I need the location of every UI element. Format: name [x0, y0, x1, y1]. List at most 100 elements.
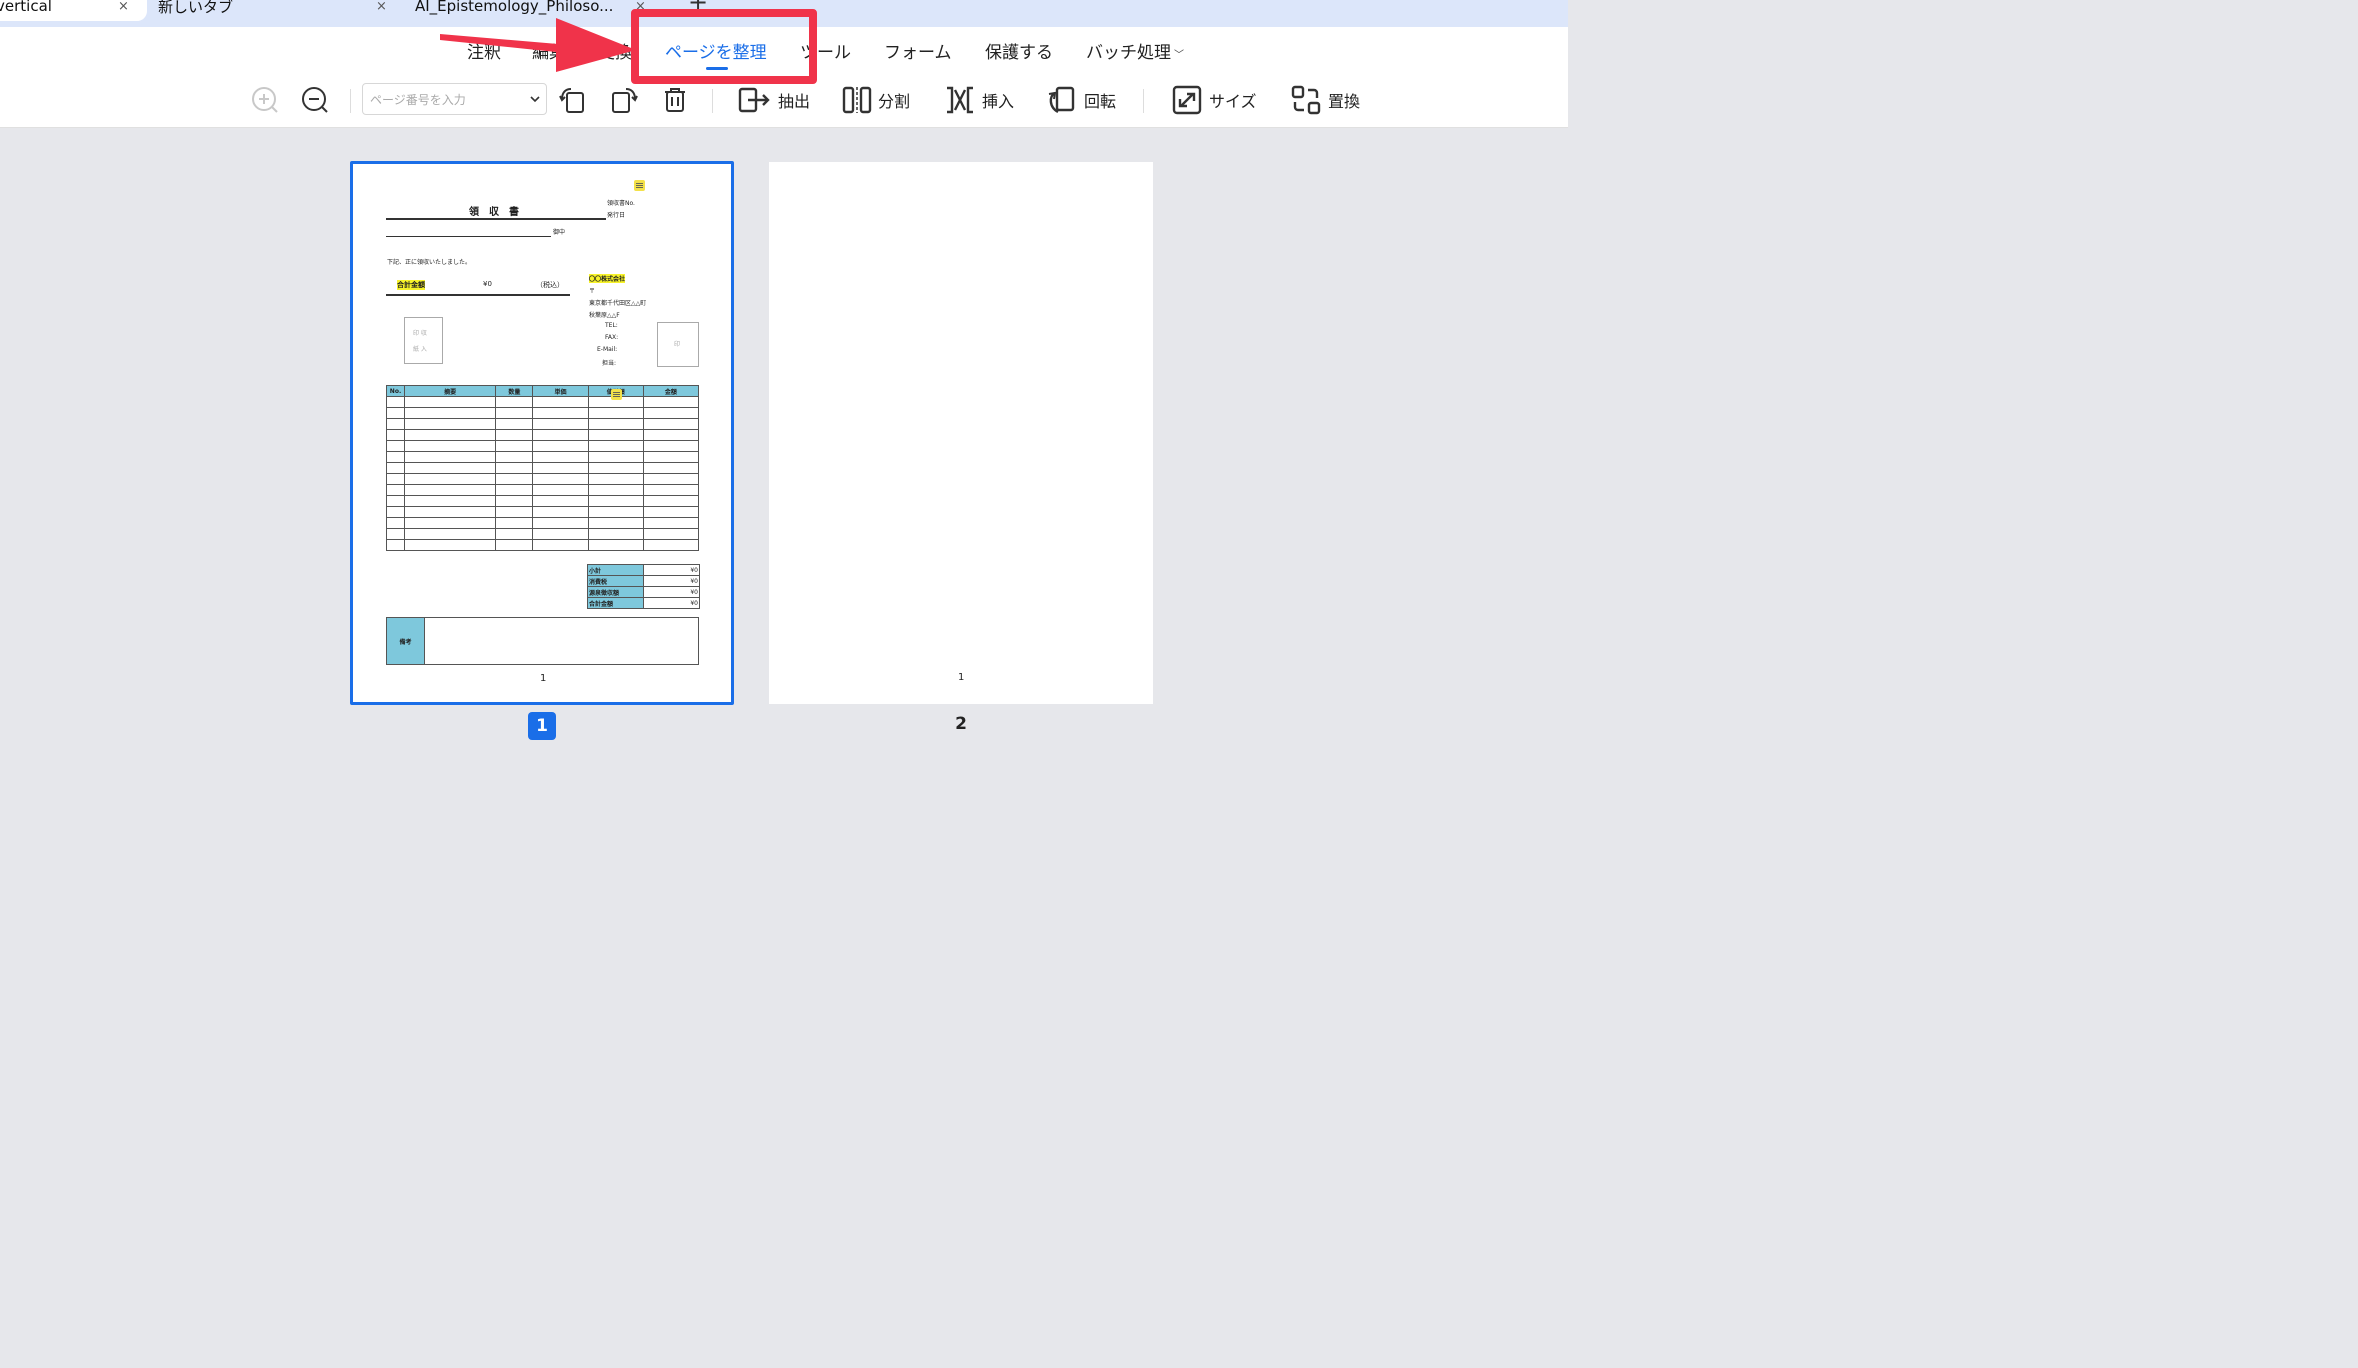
received-text: 下記、正に領収いたしました。	[387, 259, 472, 266]
page-label-2[interactable]: 2	[948, 714, 974, 734]
menu-form[interactable]: フォーム	[884, 38, 952, 63]
rotate-right-icon	[612, 88, 638, 113]
table-row	[385, 440, 700, 452]
replace-button[interactable]: 置換	[1290, 83, 1360, 117]
insert-icon	[947, 86, 973, 114]
insert-label: 挿入	[982, 92, 1015, 111]
rotate-button[interactable]: 回転	[1046, 83, 1116, 117]
browser-tab-vertical[interactable]: vertical ×	[0, 0, 147, 21]
total-label: 合計金額	[397, 280, 425, 290]
page-number-input[interactable]: ページ番号を入力	[362, 83, 547, 115]
table-row: 小計 ¥0	[587, 564, 700, 576]
annotation-highlight-box	[631, 9, 817, 84]
summary-label: 小計	[587, 564, 644, 576]
summary-table: 小計 ¥0 消費税 ¥0 源泉徴収額 ¥0 合計金額 ¥0	[587, 564, 700, 609]
size-button[interactable]: サイズ	[1171, 83, 1257, 117]
receipt-no-label: 領収書No.	[607, 200, 635, 207]
summary-label: 源泉徴収額	[587, 586, 644, 598]
rotate-left-button[interactable]	[558, 83, 588, 117]
total-value: ¥0	[483, 280, 492, 288]
rotate-icon	[1048, 86, 1075, 114]
divider	[1143, 89, 1144, 113]
note-icon[interactable]	[611, 389, 622, 400]
postal-mark: 〒	[589, 288, 596, 295]
divider	[386, 294, 570, 296]
table-row	[385, 429, 700, 441]
size-label: サイズ	[1209, 92, 1257, 111]
divider	[386, 236, 551, 237]
tel-label: TEL:	[605, 322, 618, 329]
zoom-in-button[interactable]	[250, 83, 280, 117]
table-row	[385, 506, 700, 518]
address-line-1: 東京都千代田区△△町	[589, 300, 647, 307]
remarks-box: 備考	[386, 617, 699, 665]
summary-value: ¥0	[643, 586, 700, 598]
company-name: 〇〇株式会社	[589, 274, 626, 283]
insert-button[interactable]: 挿入	[944, 83, 1014, 117]
table-row	[385, 517, 700, 529]
issue-date-label: 発行日	[607, 212, 626, 219]
divider	[350, 89, 351, 113]
page-label-1[interactable]: 1	[528, 712, 556, 740]
table-row: 源泉徴収額 ¥0	[587, 586, 700, 598]
email-label: E-Mail:	[597, 346, 618, 353]
replace-label: 置換	[1328, 92, 1361, 111]
table-row	[385, 528, 700, 540]
table-row	[385, 484, 700, 496]
summary-label: 消費税	[587, 575, 644, 587]
table-row	[385, 495, 700, 507]
column-header: No.	[385, 385, 406, 397]
items-table: No. 摘要 数量 単価 値引額 金額	[385, 385, 700, 551]
column-header: 単価	[532, 385, 589, 397]
table-row	[385, 418, 700, 430]
address-line-2: 秋葉原△△F	[589, 312, 620, 319]
split-icon	[842, 86, 872, 114]
note-icon[interactable]	[634, 180, 645, 191]
tab-title: 新しいタブ	[158, 0, 234, 16]
browser-tab-new[interactable]: 新しいタブ ×	[150, 0, 400, 21]
extract-icon	[738, 87, 770, 113]
seal-box: 印	[657, 322, 699, 367]
table-row	[385, 451, 700, 463]
close-icon[interactable]: ×	[118, 0, 129, 14]
zoom-out-button[interactable]	[300, 83, 330, 117]
trash-icon	[665, 88, 685, 112]
inner-page-number: 1	[540, 673, 547, 684]
extract-button[interactable]: 抽出	[738, 83, 810, 117]
recipient-suffix: 御中	[553, 229, 566, 236]
rotate-left-icon	[559, 88, 584, 113]
split-button[interactable]: 分割	[842, 83, 910, 117]
summary-label: 合計金額	[587, 597, 644, 609]
page-thumbnail-2[interactable]: 1	[769, 162, 1153, 704]
column-header: 金額	[642, 385, 700, 397]
split-label: 分割	[878, 92, 911, 111]
tab-title: AI_Epistemology_Philoso...	[415, 0, 614, 15]
delete-page-button[interactable]	[660, 83, 690, 117]
divider	[712, 89, 713, 113]
zoom-in-icon	[252, 87, 278, 113]
remarks-label: 備考	[387, 618, 425, 664]
table-row	[385, 473, 700, 485]
column-header: 摘要	[404, 385, 497, 397]
column-header: 数量	[495, 385, 534, 397]
stamp-text-2: 紙 入	[413, 346, 427, 353]
table-row	[385, 462, 700, 474]
table-header-row: No. 摘要 数量 単価 値引額 金額	[385, 385, 700, 397]
close-icon[interactable]: ×	[376, 0, 387, 14]
person-label: 担当:	[602, 360, 617, 367]
receipt-title: 領 収 書	[469, 207, 519, 218]
zoom-out-icon	[302, 87, 328, 113]
page-input-placeholder: ページ番号を入力	[370, 93, 466, 107]
extract-label: 抽出	[778, 92, 811, 111]
rotate-right-button[interactable]	[610, 83, 640, 117]
divider	[386, 218, 606, 220]
summary-value: ¥0	[643, 575, 700, 587]
menu-batch[interactable]: バッチ処理 ﹀	[1086, 38, 1184, 63]
inner-page-number: 1	[958, 672, 965, 683]
stamp-text-1: 印 収	[413, 330, 427, 337]
page-thumbnail-1[interactable]: 領 収 書 領収書No. 発行日 御中 下記、正に領収いたしました。 合計金額 …	[350, 161, 734, 705]
tab-title: vertical	[0, 0, 52, 15]
table-row: 消費税 ¥0	[587, 575, 700, 587]
table-row	[385, 407, 700, 419]
menu-protect[interactable]: 保護する	[985, 38, 1053, 63]
